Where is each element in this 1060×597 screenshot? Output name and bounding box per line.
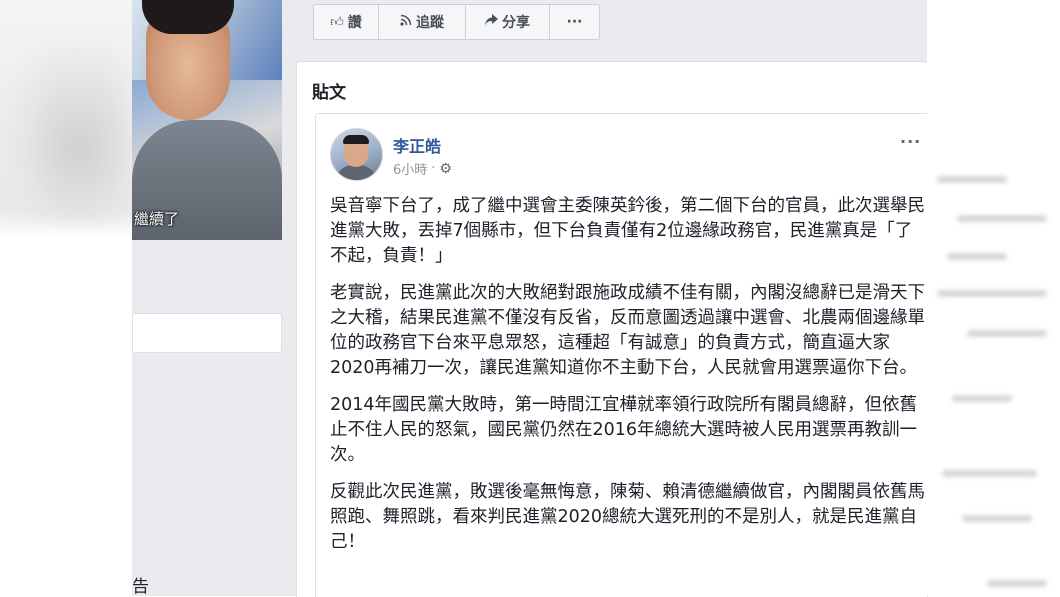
rss-icon: [400, 14, 412, 30]
blurred-line: [962, 515, 1032, 522]
left-blurred-background: [0, 0, 132, 596]
post-body: 吳音寧下台了，成了繼中選會主委陳英鈐後，第二個下台的官員，此次選舉民進黨大敗，丟…: [330, 194, 928, 567]
blurred-line: [967, 330, 1047, 337]
avatar-shirt: [335, 165, 377, 180]
photo-caption: 繼續了: [134, 210, 180, 228]
sidebar-bottom-text: 告: [132, 577, 149, 597]
posts-heading: 貼文: [312, 83, 346, 103]
post-paragraph: 2014年國民黨大敗時，第一時間江宜樺就率領行政院所有閣員總辭，但依舊止不住人民…: [330, 395, 918, 465]
blurred-line: [947, 253, 1007, 260]
post-timestamp[interactable]: 6小時: [393, 159, 427, 178]
blurred-line: [937, 176, 1007, 183]
post-author-name[interactable]: 李正皓: [393, 133, 441, 157]
blurred-line: [952, 395, 1012, 402]
post-paragraph: 反觀此次民進黨，敗選後毫無悔意，陳菊、賴清德繼續做官，內閣閣員依舊馬照跑、舞照跳…: [330, 482, 925, 552]
author-avatar[interactable]: [330, 128, 383, 181]
more-options-button[interactable]: ···: [550, 5, 599, 39]
right-blurred-background: [927, 0, 1060, 596]
like-label: 讚: [347, 15, 362, 31]
blurred-line: [937, 290, 1047, 297]
meta-separator: ·: [431, 161, 436, 176]
more-label: ···: [566, 14, 583, 30]
sidebar-box[interactable]: [132, 313, 282, 353]
share-arrow-icon: [485, 14, 498, 30]
post-paragraph: 老實說，民進黨此次的大敗絕對跟施政成績不佳有關，內閣沒總辭已是滑天下之大稽，結果…: [330, 283, 925, 378]
profile-photo[interactable]: 繼續了: [132, 0, 282, 240]
post-meta: 6小時 · ⚙︎: [393, 159, 452, 179]
avatar-hair: [343, 135, 369, 144]
share-label: 分享: [502, 15, 530, 31]
follow-label: 追蹤: [416, 15, 444, 31]
thumbs-up-icon: 👍︎: [330, 14, 344, 30]
page-action-bar: 👍︎ 讚 追蹤 分享 ···: [313, 4, 600, 40]
blurred-line: [942, 470, 1037, 477]
blurred-smudge: [0, 40, 130, 220]
post-paragraph: 吳音寧下台了，成了繼中選會主委陳英鈐後，第二個下台的官員，此次選舉民進黨大敗，丟…: [330, 196, 925, 266]
like-button[interactable]: 👍︎ 讚: [314, 5, 379, 39]
gear-icon[interactable]: ⚙︎: [439, 161, 452, 177]
follow-button[interactable]: 追蹤: [379, 5, 466, 39]
photo-hair: [142, 0, 234, 34]
post-more-button[interactable]: ···: [900, 132, 921, 151]
blurred-line: [957, 215, 1047, 222]
blurred-line: [987, 580, 1047, 587]
share-button[interactable]: 分享: [466, 5, 550, 39]
